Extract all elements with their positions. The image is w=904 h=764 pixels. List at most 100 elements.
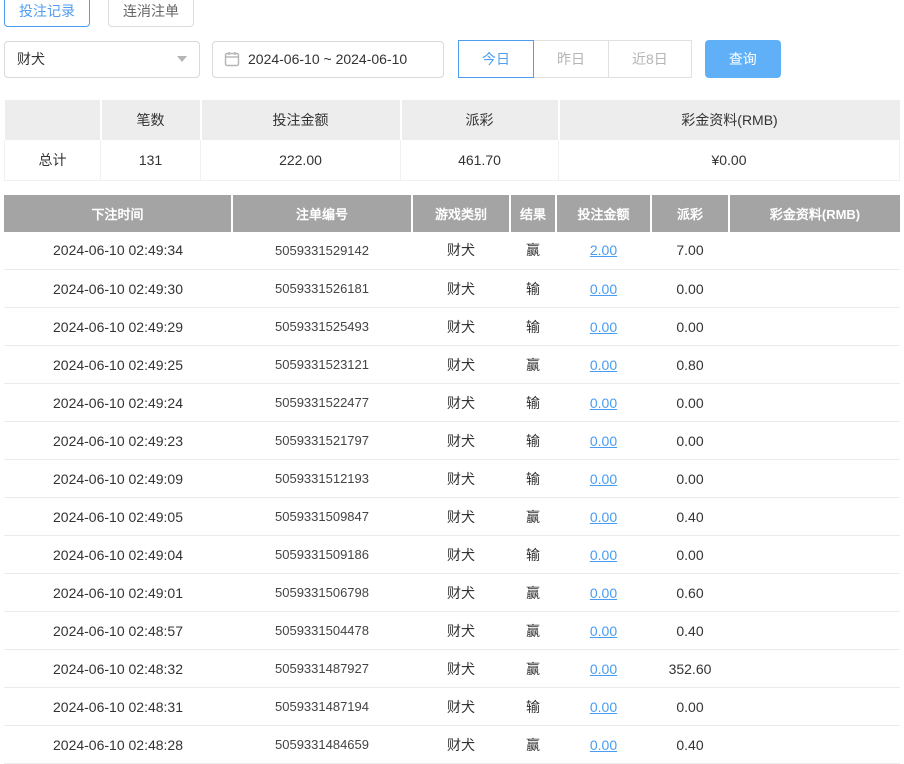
table-row: 2024-06-10 02:49:30 5059331526181 财犬 输 0… [4,270,900,308]
top-tabs: 投注记录 连消注单 [4,0,900,27]
col-header-bonus: 彩金资料(RMB) [729,195,900,232]
game-type-cell: 财犬 [412,650,510,688]
order-id-cell: 5059331523121 [232,346,412,384]
table-row: 2024-06-10 02:49:24 5059331522477 财犬 输 0… [4,384,900,422]
table-row: 2024-06-10 02:48:28 5059331484659 财犬 赢 0… [4,726,900,764]
result-cell: 输 [510,688,556,726]
bonus-cell [729,688,900,726]
table-row: 2024-06-10 02:48:31 5059331487194 财犬 输 0… [4,688,900,726]
game-type-cell: 财犬 [412,460,510,498]
bet-time-cell: 2024-06-10 02:48:31 [4,688,232,726]
payout-cell: 0.00 [651,422,729,460]
table-row: 2024-06-10 02:49:34 5059331529142 财犬 赢 2… [4,232,900,270]
bet-time-cell: 2024-06-10 02:49:24 [4,384,232,422]
date-range-value: 2024-06-10 ~ 2024-06-10 [248,51,407,67]
col-header-bet-amount: 投注金额 [556,195,651,232]
bet-time-cell: 2024-06-10 02:49:09 [4,460,232,498]
bet-amount-link[interactable]: 0.00 [590,547,617,563]
bet-amount-link[interactable]: 0.00 [590,319,617,335]
payout-cell: 0.00 [651,460,729,498]
bet-amount-link[interactable]: 0.00 [590,433,617,449]
bet-amount-link[interactable]: 0.00 [590,737,617,753]
result-cell: 赢 [510,574,556,612]
bet-time-cell: 2024-06-10 02:49:34 [4,232,232,270]
order-id-cell: 5059331526181 [232,270,412,308]
order-id-cell: 5059331487194 [232,688,412,726]
result-cell: 赢 [510,650,556,688]
order-id-cell: 5059331529142 [232,232,412,270]
bet-amount-link[interactable]: 2.00 [590,242,617,258]
bonus-cell [729,270,900,308]
quick-date-group: 今日 昨日 近8日 [458,40,692,78]
result-cell: 输 [510,384,556,422]
date-range-picker[interactable]: 2024-06-10 ~ 2024-06-10 [212,41,444,78]
bet-amount-link[interactable]: 0.00 [590,395,617,411]
bet-amount-link[interactable]: 0.00 [590,471,617,487]
bet-time-cell: 2024-06-10 02:49:30 [4,270,232,308]
tab-cancelled-orders[interactable]: 连消注单 [108,0,194,27]
tab-bet-records[interactable]: 投注记录 [4,0,90,27]
quick-yesterday-button[interactable]: 昨日 [533,40,609,78]
bet-time-cell: 2024-06-10 02:48:57 [4,612,232,650]
game-type-cell: 财犬 [412,232,510,270]
bet-amount-link[interactable]: 0.00 [590,281,617,297]
calendar-icon [224,51,240,67]
result-cell: 赢 [510,232,556,270]
summary-header-bet: 投注金额 [201,100,401,140]
payout-cell: 0.00 [651,270,729,308]
search-button[interactable]: 查询 [705,40,781,78]
order-id-cell: 5059331484659 [232,726,412,764]
bet-time-cell: 2024-06-10 02:49:25 [4,346,232,384]
payout-cell: 0.80 [651,346,729,384]
game-type-cell: 财犬 [412,308,510,346]
game-type-cell: 财犬 [412,422,510,460]
bet-amount-cell: 0.00 [556,688,651,726]
table-row: 2024-06-10 02:49:23 5059331521797 财犬 输 0… [4,422,900,460]
bonus-cell [729,726,900,764]
summary-header-empty [5,100,101,140]
table-row: 2024-06-10 02:49:09 5059331512193 财犬 输 0… [4,460,900,498]
result-cell: 赢 [510,498,556,536]
bet-amount-cell: 0.00 [556,384,651,422]
payout-cell: 0.40 [651,612,729,650]
game-type-cell: 财犬 [412,498,510,536]
col-header-order-id: 注单编号 [232,195,412,232]
bet-table-body: 2024-06-10 02:49:34 5059331529142 财犬 赢 2… [4,232,900,764]
quick-today-button[interactable]: 今日 [458,40,534,78]
bonus-cell [729,498,900,536]
bonus-cell [729,346,900,384]
bet-amount-cell: 0.00 [556,498,651,536]
summary-table: 笔数 投注金额 派彩 彩金资料(RMB) 总计 131 222.00 461.7… [4,100,900,181]
summary-bonus-total: ¥0.00 [559,140,900,180]
bet-amount-link[interactable]: 0.00 [590,585,617,601]
bonus-cell [729,460,900,498]
game-select[interactable]: 财犬 [4,41,200,78]
summary-header-bonus: 彩金资料(RMB) [559,100,900,140]
result-cell: 赢 [510,726,556,764]
col-header-bet-time: 下注时间 [4,195,232,232]
filter-bar: 财犬 2024-06-10 ~ 2024-06-10 今日 昨日 近8日 查询 [4,40,900,78]
summary-row-label: 总计 [5,140,101,180]
bet-amount-link[interactable]: 0.00 [590,699,617,715]
bonus-cell [729,536,900,574]
quick-last8days-button[interactable]: 近8日 [608,40,692,78]
payout-cell: 0.40 [651,498,729,536]
bet-amount-link[interactable]: 0.00 [590,623,617,639]
summary-bet-total: 222.00 [201,140,401,180]
bet-amount-link[interactable]: 0.00 [590,661,617,677]
game-type-cell: 财犬 [412,384,510,422]
bonus-cell [729,612,900,650]
order-id-cell: 5059331487927 [232,650,412,688]
game-type-cell: 财犬 [412,726,510,764]
result-cell: 输 [510,460,556,498]
result-cell: 输 [510,536,556,574]
order-id-cell: 5059331521797 [232,422,412,460]
table-row: 2024-06-10 02:49:29 5059331525493 财犬 输 0… [4,308,900,346]
summary-total-row: 总计 131 222.00 461.70 ¥0.00 [5,140,900,180]
bet-amount-link[interactable]: 0.00 [590,509,617,525]
bet-time-cell: 2024-06-10 02:48:28 [4,726,232,764]
bet-amount-link[interactable]: 0.00 [590,357,617,373]
payout-cell: 352.60 [651,650,729,688]
bet-amount-cell: 2.00 [556,232,651,270]
summary-count: 131 [101,140,201,180]
